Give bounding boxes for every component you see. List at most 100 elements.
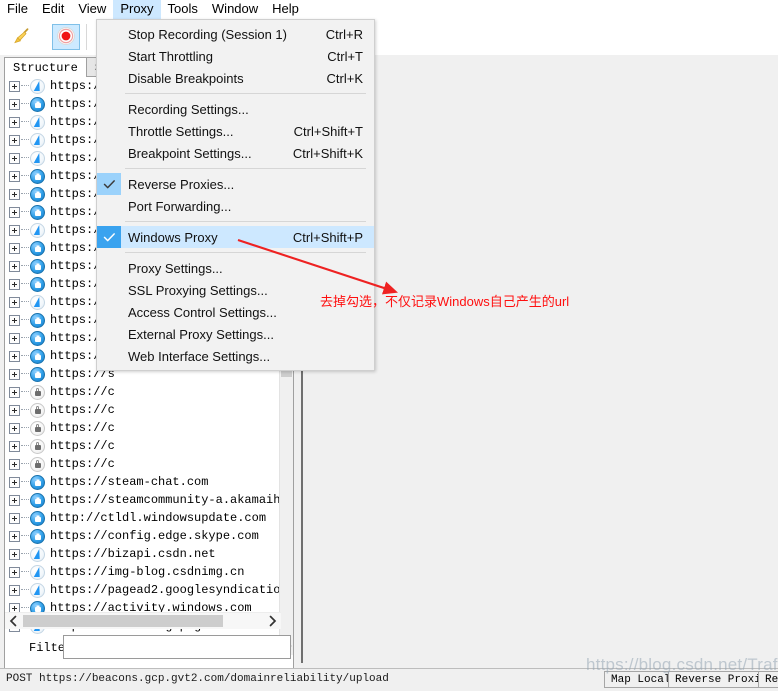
filter-input[interactable] — [63, 635, 291, 659]
tree-row[interactable]: https://c — [5, 383, 283, 401]
expand-icon[interactable] — [9, 404, 20, 416]
expand-icon[interactable] — [9, 368, 20, 380]
record-button[interactable] — [52, 24, 80, 50]
menu-item-label: Reverse Proxies... — [128, 176, 235, 192]
menu-file[interactable]: File — [0, 0, 35, 19]
clear-session-button[interactable] — [8, 24, 36, 50]
expand-icon[interactable] — [9, 242, 20, 254]
expand-icon[interactable] — [9, 566, 20, 578]
menu-item-web-interface-settings[interactable]: Web Interface Settings... — [97, 345, 374, 367]
tree-connector — [21, 571, 29, 573]
menu-item-breakpoint-settings[interactable]: Breakpoint Settings... Ctrl+Shift+K — [97, 142, 374, 164]
tree-connector — [21, 499, 29, 501]
menu-item-port-forwarding[interactable]: Port Forwarding... — [97, 195, 374, 217]
globe-icon — [30, 348, 45, 364]
menu-proxy[interactable]: Proxy — [113, 0, 161, 19]
globe-icon — [30, 258, 45, 274]
expand-icon[interactable] — [9, 440, 20, 452]
tree-item-label: https://img-blog.csdnimg.cn — [50, 565, 245, 579]
expand-icon[interactable] — [9, 386, 20, 398]
tree-connector — [21, 481, 29, 483]
bolt-icon — [30, 546, 45, 562]
tree-connector — [21, 247, 29, 249]
tree-row[interactable]: https://c — [5, 437, 283, 455]
tab-structure[interactable]: Structure — [4, 57, 87, 77]
expand-icon[interactable] — [9, 494, 20, 506]
expand-icon[interactable] — [9, 512, 20, 524]
menu-item-throttle-settings[interactable]: Throttle Settings... Ctrl+Shift+T — [97, 120, 374, 142]
menu-item-shortcut: Ctrl+R — [325, 26, 363, 42]
expand-icon[interactable] — [9, 530, 20, 542]
expand-icon[interactable] — [9, 332, 20, 344]
expand-icon[interactable] — [9, 80, 20, 92]
expand-icon[interactable] — [9, 476, 20, 488]
menu-item-gutter — [97, 257, 121, 279]
chevron-left-icon[interactable] — [5, 613, 22, 629]
menu-item-label: Proxy Settings... — [128, 260, 223, 276]
menu-item-shortcut: Ctrl+T — [327, 48, 363, 64]
lock-icon — [30, 384, 45, 400]
expand-icon[interactable] — [9, 224, 20, 236]
tree-row[interactable]: https://c — [5, 455, 283, 473]
menu-item-external-proxy-settings[interactable]: External Proxy Settings... — [97, 323, 374, 345]
globe-icon — [30, 276, 45, 292]
menu-help[interactable]: Help — [265, 0, 306, 19]
menu-item-proxy-settings[interactable]: Proxy Settings... — [97, 257, 374, 279]
checkmark-icon — [97, 173, 121, 195]
expand-icon[interactable] — [9, 98, 20, 110]
menu-item-gutter — [97, 120, 121, 142]
chevron-right-icon[interactable] — [264, 613, 281, 629]
menu-window[interactable]: Window — [205, 0, 265, 19]
tree-row[interactable]: https://c — [5, 401, 283, 419]
expand-icon[interactable] — [9, 296, 20, 308]
menu-item-windows-proxy[interactable]: Windows Proxy Ctrl+Shift+P — [97, 226, 374, 248]
status-button-map-local[interactable]: Map Local — [604, 671, 678, 688]
tree-horizontal-scroll-thumb[interactable] — [23, 615, 223, 627]
expand-icon[interactable] — [9, 350, 20, 362]
tree-row[interactable]: https://bizapi.csdn.net — [5, 545, 283, 563]
tree-connector — [21, 85, 29, 87]
menu-separator — [125, 93, 366, 94]
menu-item-shortcut: Ctrl+Shift+T — [293, 123, 363, 139]
expand-icon[interactable] — [9, 548, 20, 560]
menu-tools[interactable]: Tools — [161, 0, 205, 19]
expand-icon[interactable] — [9, 314, 20, 326]
tree-connector — [21, 391, 29, 393]
menu-item-recording-settings[interactable]: Recording Settings... — [97, 98, 374, 120]
expand-icon[interactable] — [9, 170, 20, 182]
expand-icon[interactable] — [9, 260, 20, 272]
menu-item-reverse-proxies[interactable]: Reverse Proxies... — [97, 173, 374, 195]
tree-item-label: https://c — [50, 421, 115, 435]
tree-item-label: https://c — [50, 457, 115, 471]
expand-icon[interactable] — [9, 152, 20, 164]
expand-icon[interactable] — [9, 422, 20, 434]
tree-row[interactable]: https://config.edge.skype.com — [5, 527, 283, 545]
lock-icon — [30, 420, 45, 436]
menu-item-start-throttling[interactable]: Start Throttling Ctrl+T — [97, 45, 374, 67]
tree-row[interactable]: https://steam-chat.com — [5, 473, 283, 491]
expand-icon[interactable] — [9, 206, 20, 218]
menu-edit[interactable]: Edit — [35, 0, 71, 19]
status-button-recording[interactable]: Rec — [758, 671, 778, 688]
menu-item-stop-recording-session-1[interactable]: Stop Recording (Session 1) Ctrl+R — [97, 23, 374, 45]
expand-icon[interactable] — [9, 116, 20, 128]
tree-row[interactable]: http://ctldl.windowsupdate.com — [5, 509, 283, 527]
menu-item-disable-breakpoints[interactable]: Disable Breakpoints Ctrl+K — [97, 67, 374, 89]
expand-icon[interactable] — [9, 278, 20, 290]
bolt-icon — [30, 564, 45, 580]
tree-row[interactable]: https://pagead2.googlesyndication.com — [5, 581, 283, 599]
tree-row[interactable]: https://c — [5, 419, 283, 437]
status-bar: POST https://beacons.gcp.gvt2.com/domain… — [0, 668, 778, 691]
tree-row[interactable]: https://img-blog.csdnimg.cn — [5, 563, 283, 581]
menu-item-gutter — [97, 301, 121, 323]
expand-icon[interactable] — [9, 134, 20, 146]
expand-icon[interactable] — [9, 584, 20, 596]
tree-horizontal-scrollbar[interactable] — [5, 612, 281, 629]
tree-row[interactable]: https://steamcommunity-a.akamaihd.net — [5, 491, 283, 509]
tree-connector — [21, 445, 29, 447]
globe-icon — [30, 330, 45, 346]
expand-icon[interactable] — [9, 188, 20, 200]
menu-view[interactable]: View — [71, 0, 113, 19]
expand-icon[interactable] — [9, 458, 20, 470]
menu-item-gutter — [97, 45, 121, 67]
